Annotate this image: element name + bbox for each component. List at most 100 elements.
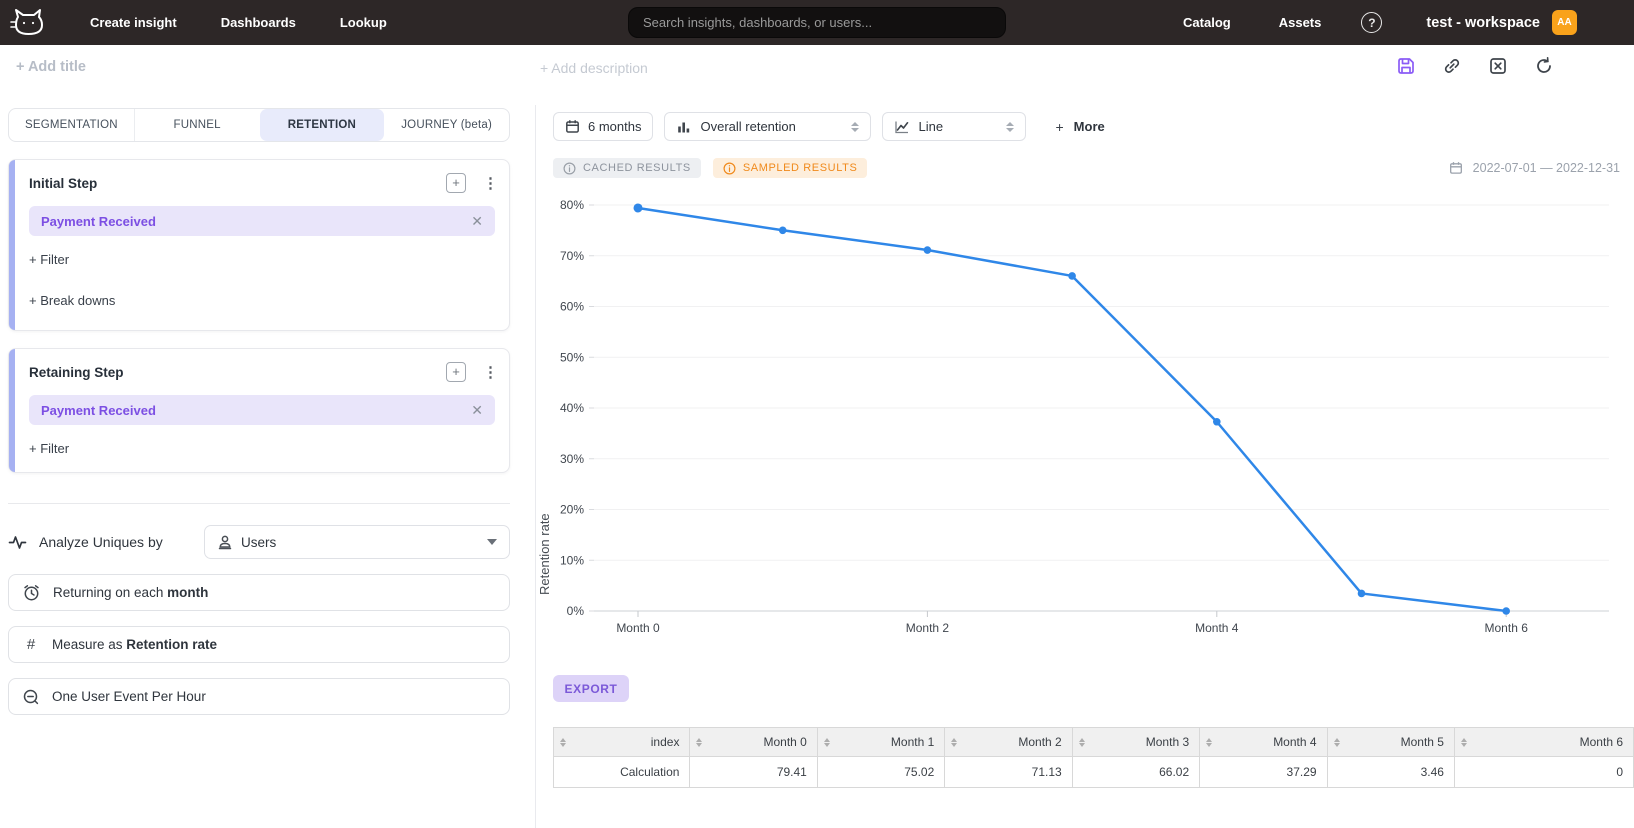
col-header-index[interactable]: index bbox=[554, 728, 690, 757]
cell-month6: 0 bbox=[1454, 757, 1633, 788]
report-panel: 6 months Overall retention Line + More bbox=[535, 105, 1634, 828]
event-row[interactable]: Payment Received ✕ bbox=[29, 395, 495, 425]
tab-segmentation[interactable]: SEGMENTATION bbox=[9, 109, 134, 141]
cached-results-badge[interactable]: CACHED RESULTS bbox=[553, 158, 701, 178]
nav-create-insight[interactable]: Create insight bbox=[90, 15, 177, 30]
svg-text:Month 0: Month 0 bbox=[616, 621, 660, 635]
col-header-month5[interactable]: Month 5 bbox=[1327, 728, 1454, 757]
nav-right-group: Catalog Assets ? test - workspace AA bbox=[1183, 10, 1577, 35]
more-button[interactable]: + More bbox=[1055, 119, 1104, 135]
info-icon bbox=[563, 162, 576, 175]
analyze-entity-select[interactable]: Users bbox=[204, 525, 510, 559]
calendar-icon bbox=[1449, 161, 1463, 175]
step-menu-icon[interactable]: ⋮ bbox=[483, 363, 495, 381]
save-icon[interactable] bbox=[1396, 56, 1416, 76]
chevron-down-icon bbox=[487, 539, 497, 545]
chart-type-select[interactable]: Line bbox=[882, 112, 1026, 141]
date-window-value: 6 months bbox=[588, 119, 641, 134]
chart-type-value: Line bbox=[918, 119, 943, 134]
retention-line-chart[interactable]: 0%10%20%30%40%50%60%70%80%Month 0Month 2… bbox=[536, 180, 1634, 655]
retention-type-value: Overall retention bbox=[700, 119, 795, 134]
svg-text:20%: 20% bbox=[560, 503, 584, 517]
export-button[interactable]: EXPORT bbox=[553, 675, 629, 702]
retention-type-select[interactable]: Overall retention bbox=[664, 112, 871, 141]
date-range-value: 2022-07-01 — 2022-12-31 bbox=[1473, 161, 1620, 175]
avatar[interactable]: AA bbox=[1552, 10, 1577, 35]
add-breakdown-link[interactable]: + Break downs bbox=[29, 293, 495, 308]
chart-controls: 6 months Overall retention Line + More bbox=[553, 112, 1634, 141]
retaining-step-card: Retaining Step + ⋮ Payment Received ✕ + … bbox=[8, 348, 510, 473]
select-chevrons-icon bbox=[851, 122, 859, 132]
query-builder-panel: SEGMENTATION FUNNEL RETENTION JOURNEY (b… bbox=[8, 108, 510, 715]
add-description-button[interactable]: + Add description bbox=[540, 60, 648, 76]
cat-logo-icon[interactable] bbox=[10, 7, 46, 39]
col-header-month6[interactable]: Month 6 bbox=[1454, 728, 1633, 757]
throttle-label: One User Event Per Hour bbox=[52, 689, 206, 704]
nav-dashboards[interactable]: Dashboards bbox=[221, 15, 296, 30]
nav-lookup[interactable]: Lookup bbox=[340, 15, 387, 30]
divider bbox=[8, 503, 510, 504]
retaining-step-title: Retaining Step bbox=[29, 365, 124, 380]
date-window-button[interactable]: 6 months bbox=[553, 112, 653, 141]
calendar-icon bbox=[565, 119, 580, 134]
workspace-switcher[interactable]: test - workspace bbox=[1426, 15, 1540, 31]
tab-funnel[interactable]: FUNNEL bbox=[134, 109, 260, 141]
cell-month4: 37.29 bbox=[1200, 757, 1327, 788]
add-event-icon[interactable]: + bbox=[446, 173, 466, 193]
cell-index: Calculation bbox=[554, 757, 690, 788]
help-icon[interactable]: ? bbox=[1361, 12, 1382, 33]
add-event-icon[interactable]: + bbox=[446, 362, 466, 382]
event-row[interactable]: Payment Received ✕ bbox=[29, 206, 495, 236]
event-name: Payment Received bbox=[41, 403, 156, 418]
initial-step-title: Initial Step bbox=[29, 176, 97, 191]
bar-chart-icon bbox=[676, 119, 692, 135]
clear-icon[interactable] bbox=[1488, 56, 1508, 76]
cell-month0: 79.41 bbox=[690, 757, 817, 788]
col-header-month3[interactable]: Month 3 bbox=[1072, 728, 1199, 757]
cell-month2: 71.13 bbox=[945, 757, 1072, 788]
sampled-results-badge[interactable]: SAMPLED RESULTS bbox=[713, 158, 868, 178]
top-nav: Create insight Dashboards Lookup Catalog… bbox=[0, 0, 1634, 45]
svg-text:Month 2: Month 2 bbox=[906, 621, 950, 635]
select-chevrons-icon bbox=[1006, 122, 1014, 132]
col-header-month0[interactable]: Month 0 bbox=[690, 728, 817, 757]
more-label: More bbox=[1074, 119, 1105, 134]
add-title-button[interactable]: + Add title bbox=[16, 59, 86, 75]
col-header-month1[interactable]: Month 1 bbox=[817, 728, 944, 757]
measure-as-label: Measure as Retention rate bbox=[52, 637, 217, 652]
date-range-display: 2022-07-01 — 2022-12-31 bbox=[1449, 161, 1620, 175]
nav-catalog[interactable]: Catalog bbox=[1183, 15, 1231, 30]
search-input[interactable] bbox=[628, 7, 1006, 38]
results-table: index Month 0 Month 1 Month 2 Month 3 Mo… bbox=[553, 727, 1634, 788]
svg-text:10%: 10% bbox=[560, 553, 584, 567]
table-header-row: index Month 0 Month 1 Month 2 Month 3 Mo… bbox=[554, 728, 1634, 757]
link-icon[interactable] bbox=[1442, 56, 1462, 76]
add-filter-link[interactable]: + Filter bbox=[29, 252, 495, 267]
returning-interval-label: Returning on each month bbox=[53, 585, 208, 600]
col-header-month4[interactable]: Month 4 bbox=[1200, 728, 1327, 757]
cached-results-label: CACHED RESULTS bbox=[583, 162, 691, 174]
returning-interval-button[interactable]: Returning on each month bbox=[8, 574, 510, 611]
initial-step-card: Initial Step + ⋮ Payment Received ✕ + Fi… bbox=[8, 159, 510, 331]
page-header: + Add title + Add description bbox=[0, 45, 1634, 95]
col-header-month2[interactable]: Month 2 bbox=[945, 728, 1072, 757]
tab-journey[interactable]: JOURNEY (beta) bbox=[384, 109, 509, 141]
measure-as-button[interactable]: # Measure as Retention rate bbox=[8, 626, 510, 663]
step-menu-icon[interactable]: ⋮ bbox=[483, 174, 495, 192]
chart-area: Retention rate 0%10%20%30%40%50%60%70%80… bbox=[536, 180, 1634, 655]
svg-text:Month 6: Month 6 bbox=[1485, 621, 1529, 635]
status-row: CACHED RESULTS SAMPLED RESULTS 2022-07-0… bbox=[553, 158, 1620, 178]
tab-retention[interactable]: RETENTION bbox=[260, 109, 385, 141]
remove-event-icon[interactable]: ✕ bbox=[471, 402, 483, 419]
add-filter-link[interactable]: + Filter bbox=[29, 441, 495, 456]
svg-text:0%: 0% bbox=[567, 604, 585, 618]
throttle-button[interactable]: One User Event Per Hour bbox=[8, 678, 510, 715]
analyze-uniques-label: Analyze Uniques by bbox=[39, 534, 163, 550]
hash-icon: # bbox=[22, 636, 40, 653]
svg-text:60%: 60% bbox=[560, 300, 584, 314]
svg-text:80%: 80% bbox=[560, 198, 584, 212]
nav-assets[interactable]: Assets bbox=[1279, 15, 1322, 30]
remove-event-icon[interactable]: ✕ bbox=[471, 213, 483, 230]
refresh-icon[interactable] bbox=[1534, 56, 1554, 76]
cell-month3: 66.02 bbox=[1072, 757, 1199, 788]
